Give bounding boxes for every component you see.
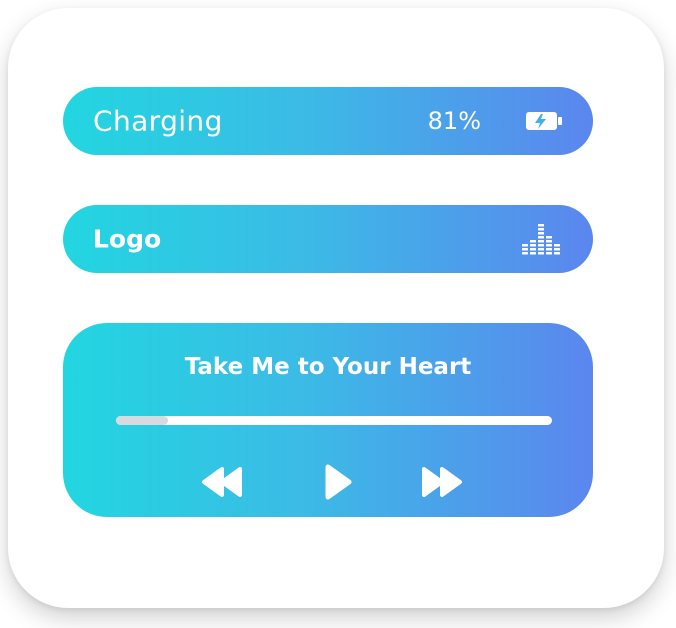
fast-forward-button[interactable] [417,460,465,504]
rewind-button[interactable] [199,460,247,504]
rewind-icon [202,467,242,497]
play-button[interactable] [313,460,361,504]
charging-label: Charging [93,104,223,138]
battery-percent: 81% [427,107,481,135]
logo-bar: Logo [63,205,593,273]
equalizer-icon [521,219,561,259]
battery-charging-icon [525,109,563,133]
battery-bar: Charging 81% [63,87,593,155]
music-player: Take Me to Your Heart [63,323,593,517]
progress-fill [116,416,169,425]
progress-bar[interactable] [116,416,552,425]
logo-label: Logo [93,224,162,254]
widget-stage: Charging 81% Logo Take Me to Your Heart [0,0,676,628]
play-icon [325,464,352,500]
song-title: Take Me to Your Heart [184,354,472,380]
fast-forward-icon [422,467,462,497]
